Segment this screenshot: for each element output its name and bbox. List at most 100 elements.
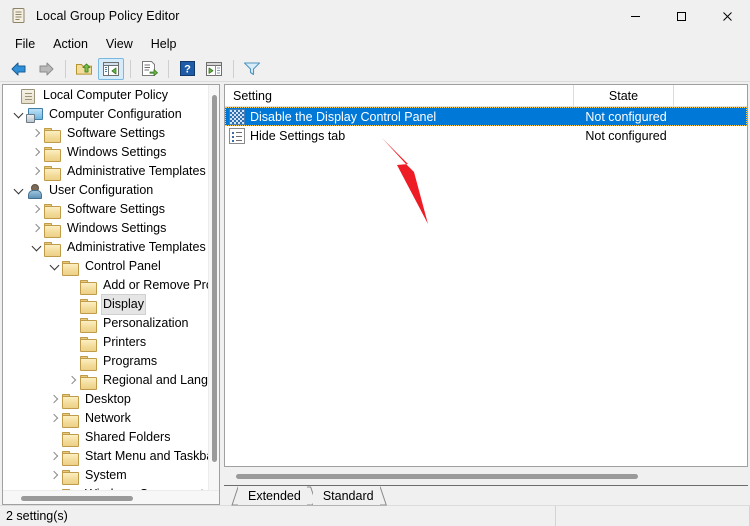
list-horizontal-scroll-thumb[interactable] [236, 474, 638, 479]
close-button[interactable] [704, 0, 750, 32]
chevron-right-icon[interactable] [29, 124, 44, 143]
folder-icon [62, 468, 79, 485]
chevron-down-icon[interactable] [11, 181, 26, 200]
window-controls [612, 0, 750, 32]
chevron-right-icon[interactable] [47, 390, 62, 409]
tree-node[interactable]: User Configuration [3, 181, 208, 200]
forward-icon[interactable] [33, 58, 59, 80]
column-header-state[interactable]: State [574, 85, 674, 107]
tree-node[interactable]: Programs [3, 352, 208, 371]
tree-node[interactable]: Add or Remove Prc [3, 276, 208, 295]
folder-icon [44, 240, 61, 257]
tree-node[interactable]: Regional and Langu [3, 371, 208, 390]
tree-node-label: Windows Settings [67, 221, 167, 235]
window-title: Local Group Policy Editor [36, 9, 180, 23]
toolbar-separator [65, 59, 66, 78]
tree-node-label: Programs [103, 354, 158, 368]
tree-node[interactable]: Start Menu and Taskba [3, 447, 208, 466]
folder-icon [80, 316, 97, 333]
show-hide-console-tree-icon[interactable] [98, 57, 124, 80]
tree-node[interactable]: Printers [3, 333, 208, 352]
tree-node[interactable]: Desktop [3, 390, 208, 409]
setting-name-label: Hide Settings tab [250, 128, 346, 143]
chevron-right-icon[interactable] [29, 162, 44, 181]
chevron-right-icon[interactable] [29, 143, 44, 162]
folder-icon [44, 202, 61, 219]
folder-icon [62, 259, 79, 276]
help-icon[interactable]: ? [174, 58, 200, 80]
menu-view[interactable]: View [97, 34, 142, 54]
tree-node[interactable]: Shared Folders [3, 428, 208, 447]
filter-icon[interactable] [239, 58, 265, 80]
folder-icon [44, 164, 61, 181]
properties-icon[interactable] [201, 58, 227, 80]
chevron-down-icon[interactable] [47, 257, 62, 276]
tree-node-label: Printers [103, 335, 147, 349]
chevron-right-icon[interactable] [29, 200, 44, 219]
chevron-right-icon[interactable] [29, 219, 44, 238]
cell-setting: Disable the Display Control Panel [225, 108, 574, 125]
tree-node-label: Software Settings [67, 126, 165, 140]
settings-rows[interactable]: Disable the Display Control Panel Not con… [225, 107, 747, 466]
view-tabstrip: Extended Standard [224, 485, 748, 506]
tree-horizontal-scroll-thumb[interactable] [21, 496, 133, 501]
back-icon[interactable] [6, 58, 32, 80]
status-bar: 2 setting(s) [0, 505, 750, 526]
table-row[interactable]: Hide Settings tab Not configured [225, 126, 747, 145]
tree-node[interactable]: Administrative Templates [3, 162, 208, 181]
tab-standard[interactable]: Standard [312, 486, 380, 505]
tree-node-label: Administrative Templates [67, 240, 206, 254]
tree-node-spacer [47, 428, 62, 447]
tree-node[interactable]: Network [3, 409, 208, 428]
tree-node[interactable]: Computer Configuration [3, 105, 208, 124]
tree-node[interactable]: System [3, 466, 208, 485]
tab-standard-label: Standard [322, 488, 374, 503]
svg-text:?: ? [184, 64, 191, 76]
minimize-button[interactable] [612, 0, 658, 32]
tree-node-label: Network [85, 411, 131, 425]
tree-vertical-scroll-thumb[interactable] [212, 95, 217, 462]
chevron-right-icon[interactable] [47, 409, 62, 428]
up-folder-icon[interactable] [71, 58, 97, 80]
tree-node[interactable]: Administrative Templates [3, 238, 208, 257]
chevron-down-icon[interactable] [11, 105, 26, 124]
tree-node[interactable]: Control Panel [3, 257, 208, 276]
status-segment-2 [556, 505, 750, 526]
maximize-button[interactable] [658, 0, 704, 32]
folder-icon [80, 373, 97, 390]
chevron-right-icon[interactable] [47, 447, 62, 466]
user-icon [26, 183, 43, 199]
tree-node[interactable]: Windows Settings [3, 143, 208, 162]
main-content-area: Local Computer Policy Computer Configurat… [0, 82, 750, 506]
folder-icon [80, 335, 97, 352]
tree-node[interactable]: Display [3, 294, 208, 315]
table-row[interactable]: Disable the Display Control Panel Not con… [225, 107, 747, 126]
tree-node-label: Start Menu and Taskba [85, 449, 208, 463]
chevron-right-icon[interactable] [65, 371, 80, 390]
folder-icon [62, 392, 79, 409]
tree-node-spacer [5, 86, 20, 105]
tree-node[interactable]: Windows Settings [3, 219, 208, 238]
tree-vertical-scrollbar[interactable] [208, 85, 219, 490]
tree-node-label: System [85, 468, 127, 482]
local-group-policy-editor-window: Local Group Policy Editor File Action Vi… [0, 0, 750, 526]
chevron-down-icon[interactable] [29, 238, 44, 257]
policy-tree[interactable]: Local Computer Policy Computer Configurat… [3, 85, 208, 490]
tree-node-label: User Configuration [49, 183, 154, 197]
menu-action[interactable]: Action [44, 34, 97, 54]
tree-node[interactable]: Software Settings [3, 124, 208, 143]
tab-extended[interactable]: Extended [238, 486, 307, 505]
tree-node[interactable]: Local Computer Policy [3, 86, 208, 105]
list-horizontal-scrollbar[interactable] [224, 467, 748, 485]
column-header-comment[interactable] [674, 85, 747, 107]
menu-file[interactable]: File [6, 34, 44, 54]
column-header-setting[interactable]: Setting [225, 85, 574, 107]
title-bar: Local Group Policy Editor [0, 0, 750, 32]
menu-help[interactable]: Help [142, 34, 186, 54]
tree-node-spacer [65, 333, 80, 352]
export-list-icon[interactable] [136, 58, 162, 80]
tree-node[interactable]: Software Settings [3, 200, 208, 219]
tree-horizontal-scrollbar[interactable] [3, 490, 219, 504]
tree-node[interactable]: Personalization [3, 314, 208, 333]
chevron-right-icon[interactable] [47, 466, 62, 485]
